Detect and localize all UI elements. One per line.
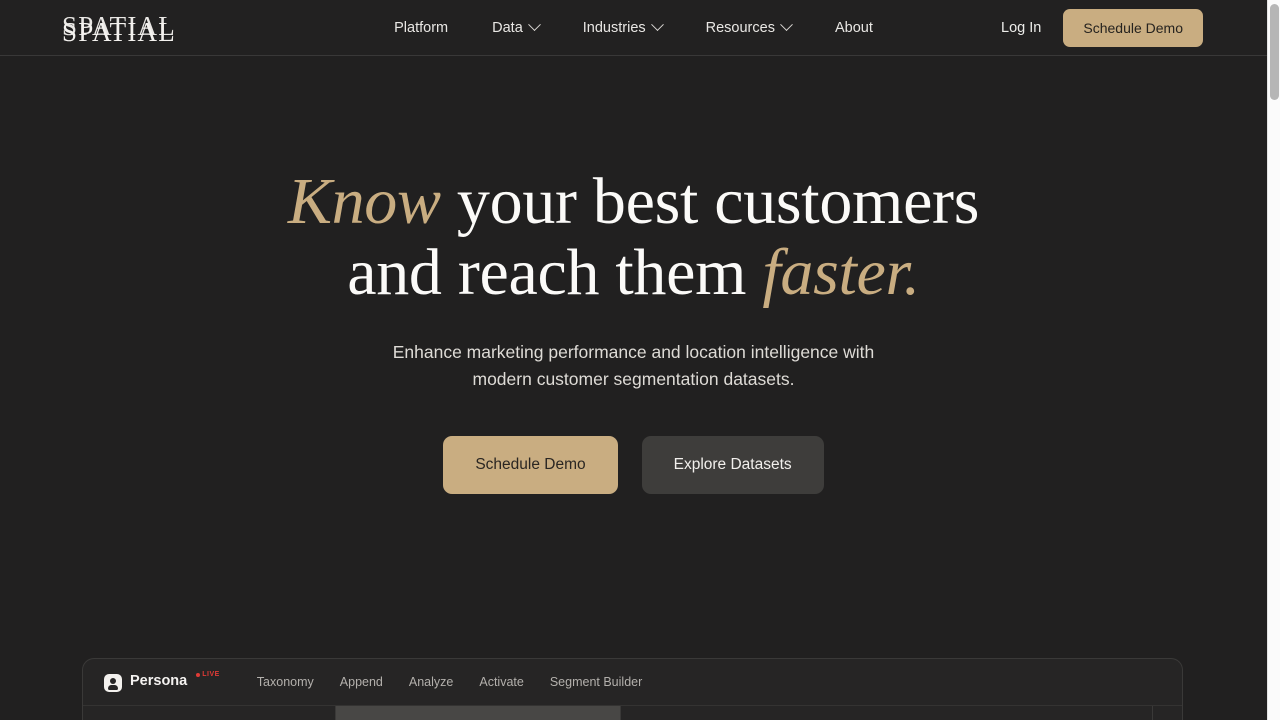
hero-headline: Know your best customers and reach them …	[0, 166, 1267, 309]
hero-headline-line-2: and reach them faster.	[0, 237, 1267, 308]
header-actions: Log In Schedule Demo	[979, 0, 1203, 55]
nav-label-data: Data	[492, 19, 523, 36]
nav-label-about: About	[834, 19, 873, 36]
live-status-badge: LIVE	[196, 671, 220, 678]
hero-cta-row: Schedule Demo Explore Datasets	[0, 435, 1267, 494]
app-tab-activate[interactable]: Activate	[466, 675, 536, 689]
app-preview-pane-right	[1153, 706, 1182, 720]
app-preview-topbar: Persona LIVE Taxonomy Append Analyze Act…	[83, 659, 1182, 706]
app-tab-taxonomy[interactable]: Taxonomy	[244, 675, 327, 689]
live-dot-icon	[196, 672, 201, 677]
nav-label-platform: Platform	[394, 19, 449, 36]
nav-item-data[interactable]: Data	[470, 18, 561, 36]
page-scrollbar[interactable]	[1267, 0, 1280, 720]
page-scrollbar-thumb[interactable]	[1270, 4, 1279, 100]
app-tab-append[interactable]: Append	[327, 675, 396, 689]
app-preview-panel: Persona LIVE Taxonomy Append Analyze Act…	[82, 658, 1183, 720]
hero-headline-line-2-rest: and reach them	[347, 236, 763, 310]
nav-item-resources[interactable]: Resources	[684, 18, 813, 36]
app-preview-pane-left	[83, 706, 336, 720]
hero-subtitle: Enhance marketing performance and locati…	[0, 339, 1267, 394]
nav-item-about[interactable]: About	[813, 20, 895, 36]
login-link[interactable]: Log In	[979, 20, 1063, 36]
persona-avatar-icon	[104, 674, 122, 692]
hero-headline-emphasis-faster: faster.	[762, 236, 920, 310]
app-preview-body	[83, 706, 1182, 720]
app-preview-pane-highlight	[336, 706, 621, 720]
hero-subtitle-line-1: Enhance marketing performance and locati…	[392, 341, 875, 362]
hero-schedule-demo-button[interactable]: Schedule Demo	[443, 435, 618, 494]
live-badge-label: LIVE	[202, 671, 220, 678]
hero-headline-emphasis-know: Know	[287, 165, 441, 238]
app-preview-tabs: Taxonomy Append Analyze Activate Segment…	[244, 675, 655, 689]
page-viewport: SPATIAL SPATIAL Platform Data Industries…	[0, 0, 1267, 720]
nav-item-platform[interactable]: Platform	[372, 20, 470, 36]
persona-brand[interactable]: Persona LIVE	[104, 671, 220, 692]
chevron-down-icon	[780, 18, 793, 32]
header-schedule-demo-button[interactable]: Schedule Demo	[1063, 8, 1203, 47]
persona-product-name: Persona	[130, 673, 188, 689]
nav-item-industries[interactable]: Industries	[561, 18, 684, 36]
app-tab-segment-builder[interactable]: Segment Builder	[537, 675, 655, 689]
app-preview-pane-center	[621, 706, 1153, 720]
chevron-down-icon	[527, 18, 541, 32]
nav-label-industries: Industries	[582, 19, 646, 36]
hero-headline-line-1: Know your best customers	[0, 166, 1267, 237]
hero-subtitle-line-2: modern customer segmentation datasets.	[472, 369, 795, 390]
nav-label-resources: Resources	[705, 19, 775, 36]
hero-section: Know your best customers and reach them …	[0, 56, 1267, 494]
hero-explore-datasets-button[interactable]: Explore Datasets	[641, 435, 824, 494]
site-header: SPATIAL SPATIAL Platform Data Industries…	[0, 0, 1267, 56]
chevron-down-icon	[650, 18, 664, 32]
app-tab-analyze[interactable]: Analyze	[396, 675, 466, 689]
hero-headline-line-1-rest: your best customers	[440, 165, 980, 238]
